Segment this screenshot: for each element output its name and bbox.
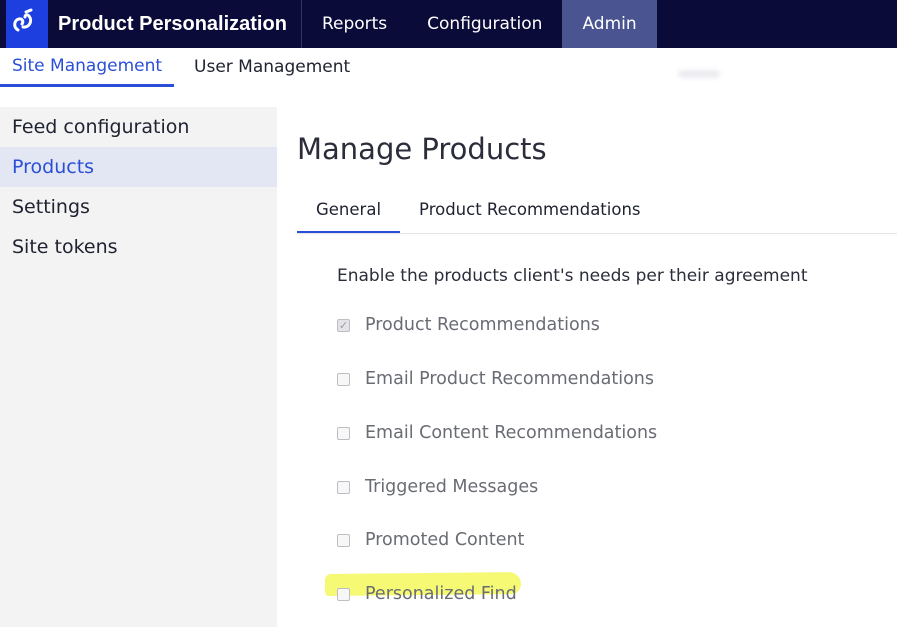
- nav-reports[interactable]: Reports: [302, 0, 407, 48]
- checkbox-checked-icon[interactable]: ✓: [337, 318, 350, 332]
- sidebar-item-products[interactable]: Products: [0, 147, 277, 187]
- products-intro-text: Enable the products client's needs per t…: [337, 266, 808, 286]
- option-promoted-content[interactable]: Promoted Content: [337, 530, 524, 550]
- checkbox-icon[interactable]: [337, 533, 350, 547]
- option-label: Product Recommendations: [365, 315, 600, 335]
- page-title: Manage Products: [297, 132, 547, 166]
- option-personalized-find[interactable]: Personalized Find: [337, 584, 517, 604]
- admin-subnav: Site Management User Management: [0, 48, 897, 88]
- option-product-recommendations[interactable]: ✓ Product Recommendations: [337, 315, 600, 335]
- option-label: Triggered Messages: [365, 477, 539, 497]
- product-tabs: General Product Recommendations: [297, 187, 897, 234]
- option-label: Personalized Find: [365, 584, 517, 604]
- link-chain-logo-icon: [9, 7, 39, 41]
- app-title[interactable]: Product Personalization: [48, 0, 302, 48]
- option-email-product-recommendations[interactable]: Email Product Recommendations: [337, 369, 654, 389]
- option-triggered-messages[interactable]: Triggered Messages: [337, 477, 538, 497]
- option-label: Promoted Content: [365, 530, 525, 550]
- nav-configuration[interactable]: Configuration: [407, 0, 562, 48]
- option-label: Email Content Recommendations: [365, 423, 658, 443]
- sidebar-item-site-tokens[interactable]: Site tokens: [0, 227, 277, 267]
- sidebar-item-feed-configuration[interactable]: Feed configuration: [0, 107, 277, 147]
- tab-product-recommendations[interactable]: Product Recommendations: [400, 187, 659, 231]
- top-navigation-bar: Product Personalization Reports Configur…: [0, 0, 897, 48]
- option-email-content-recommendations[interactable]: Email Content Recommendations: [337, 423, 657, 443]
- checkbox-icon[interactable]: [337, 587, 350, 601]
- subnav-user-management[interactable]: User Management: [174, 48, 370, 86]
- checkbox-icon[interactable]: [337, 426, 350, 440]
- sidebar-item-settings[interactable]: Settings: [0, 187, 277, 227]
- tab-general[interactable]: General: [297, 187, 401, 233]
- option-label: Email Product Recommendations: [365, 369, 655, 389]
- blurred-region: [678, 70, 720, 78]
- subnav-site-management[interactable]: Site Management: [0, 48, 175, 87]
- checkbox-icon[interactable]: [337, 480, 350, 494]
- app-logo[interactable]: [0, 0, 48, 48]
- sidebar: Feed configuration Products Settings Sit…: [0, 107, 277, 627]
- nav-admin[interactable]: Admin: [562, 0, 657, 48]
- checkbox-icon[interactable]: [337, 372, 350, 386]
